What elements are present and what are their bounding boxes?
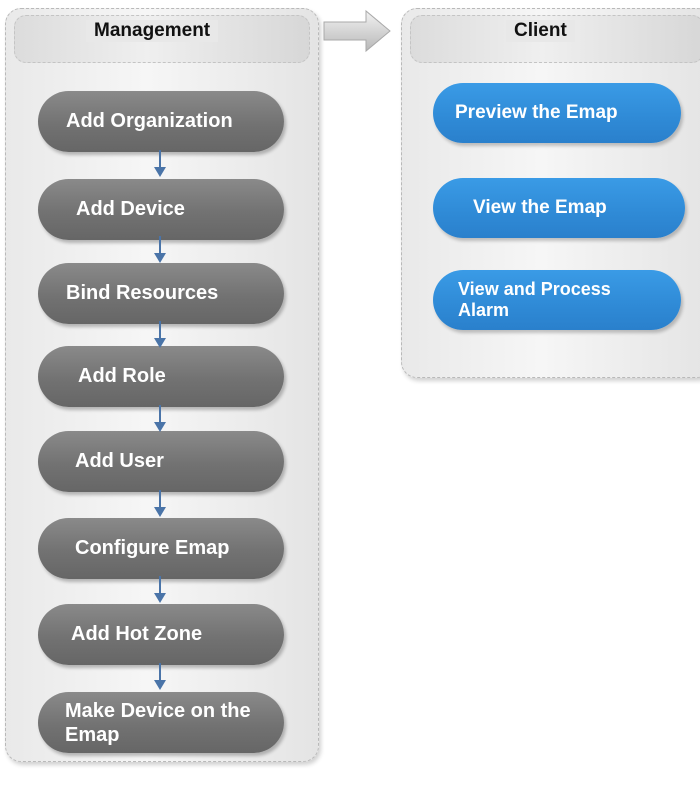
step-add-user[interactable]: Add User (38, 431, 284, 492)
down-arrow-icon (154, 663, 166, 690)
step-label: Add Device (76, 198, 185, 220)
step-add-device[interactable]: Add Device (38, 179, 284, 240)
client-preview-emap[interactable]: Preview the Emap (433, 83, 681, 143)
step-label: Add Role (78, 365, 166, 387)
step-label: Add User (75, 450, 164, 472)
step-label: Bind Resources (66, 282, 219, 304)
step-add-organization[interactable]: Add Organization (38, 91, 284, 152)
client-view-emap[interactable]: View the Emap (433, 178, 685, 238)
step-label: Add Organization (66, 110, 233, 132)
down-arrow-icon (154, 405, 166, 432)
down-arrow-icon (154, 236, 166, 263)
transition-arrow-icon (323, 9, 391, 53)
down-arrow-icon (154, 490, 166, 517)
step-configure-emap[interactable]: Configure Emap (38, 518, 284, 579)
down-arrow-icon (154, 576, 166, 603)
step-add-hot-zone[interactable]: Add Hot Zone (38, 604, 284, 665)
step-label: Make Device on the Emap (65, 699, 251, 746)
step-bind-resources[interactable]: Bind Resources (38, 263, 284, 324)
step-add-role[interactable]: Add Role (38, 346, 284, 407)
management-title: Management (86, 20, 219, 42)
down-arrow-icon (154, 150, 166, 177)
step-label: Add Hot Zone (71, 623, 203, 645)
client-action-label: View the Emap (473, 197, 607, 218)
client-action-label: View and Process Alarm (458, 279, 611, 320)
client-action-label: Preview the Emap (455, 102, 618, 123)
client-view-process-alarm[interactable]: View and Process Alarm (433, 270, 681, 330)
down-arrow-icon (154, 321, 166, 348)
step-label: Configure Emap (75, 537, 230, 559)
client-title: Client (506, 20, 575, 42)
step-make-device-on-emap[interactable]: Make Device on the Emap (38, 692, 284, 753)
